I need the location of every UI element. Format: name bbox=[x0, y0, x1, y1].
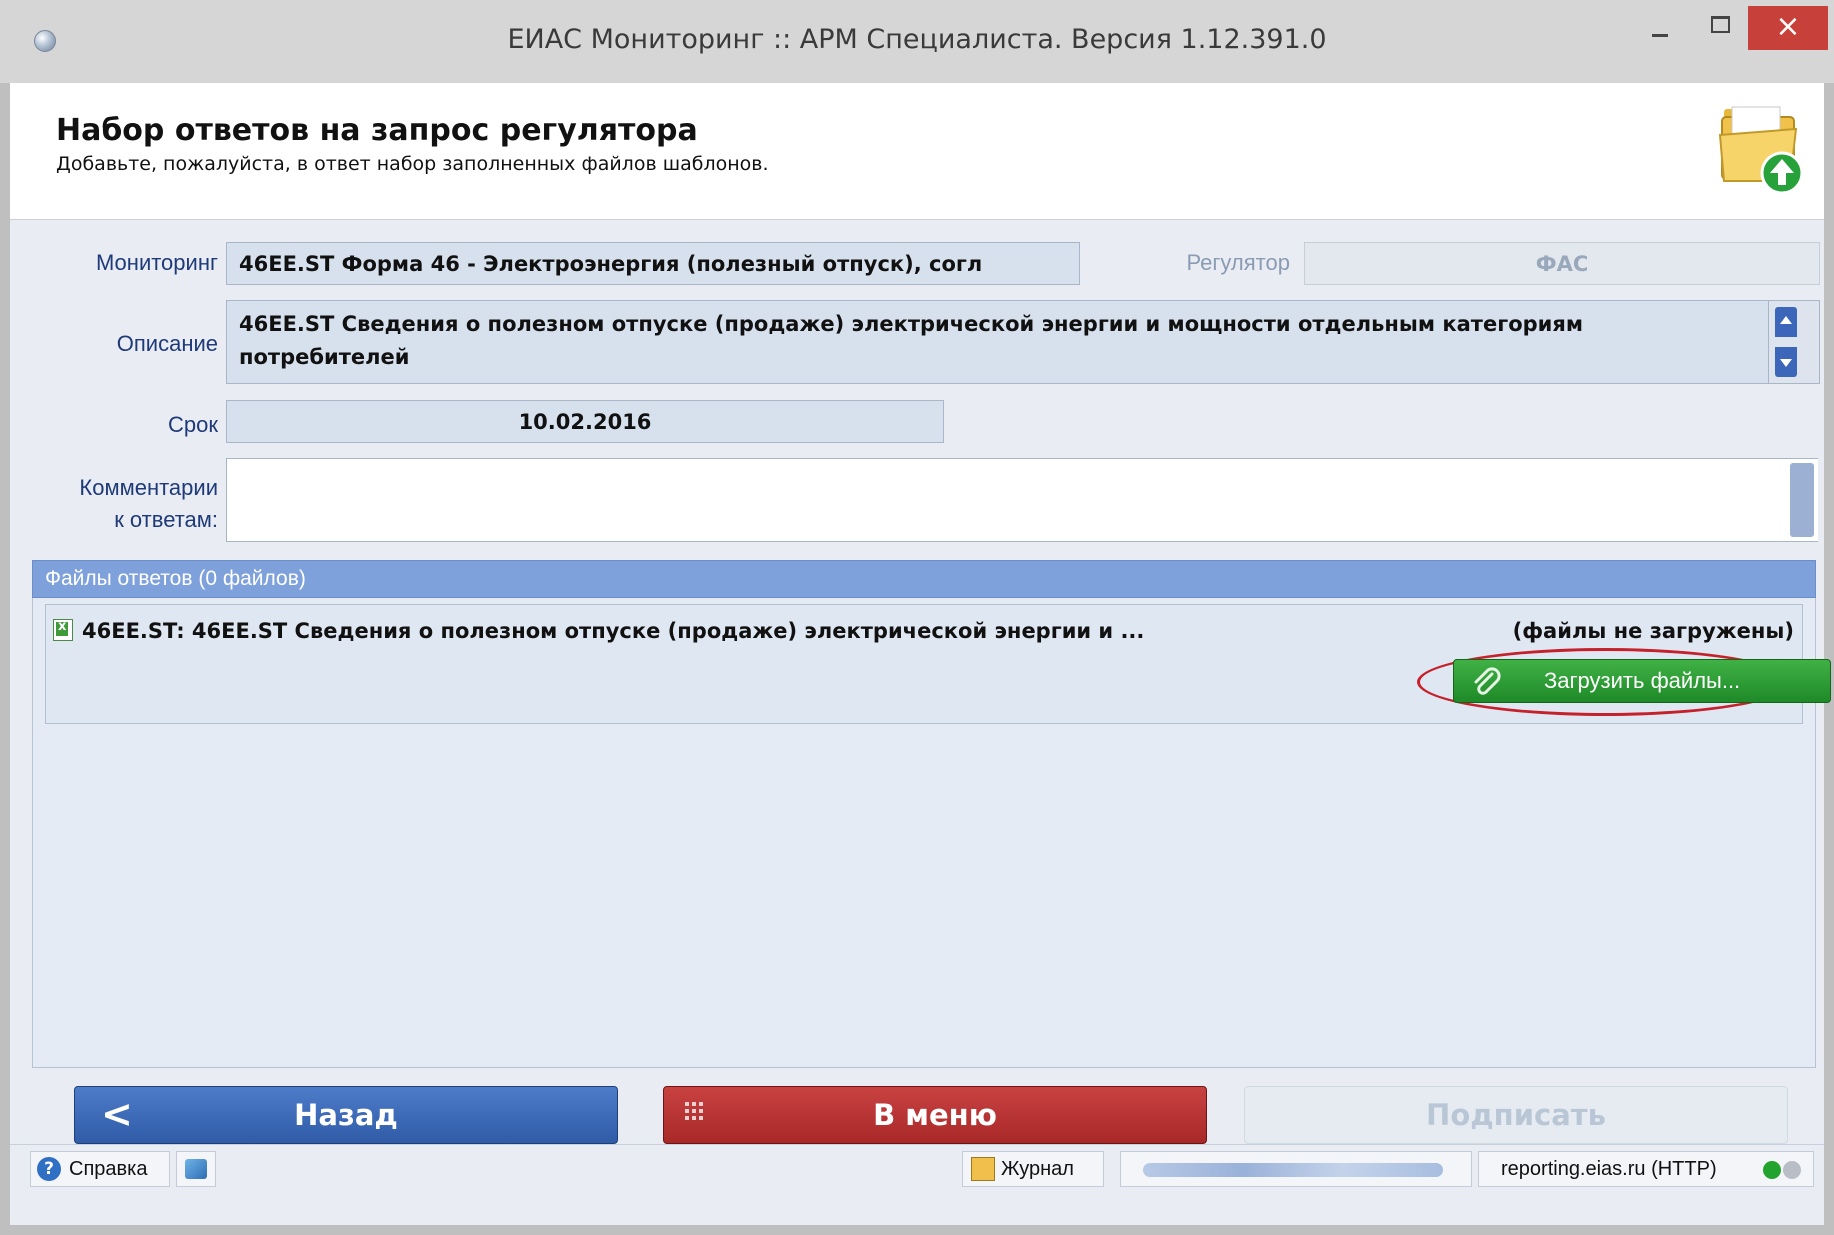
deadline-label: Срок bbox=[168, 412, 218, 437]
connection-led-icon bbox=[1763, 1161, 1781, 1179]
close-icon: × bbox=[1775, 9, 1801, 44]
application-window: ЕИАС Мониторинг :: АРМ Специалиста. Верс… bbox=[0, 0, 1834, 1235]
sync-button[interactable] bbox=[176, 1151, 216, 1187]
close-button[interactable]: × bbox=[1748, 6, 1828, 50]
comments-label-line2: к ответам: bbox=[114, 507, 218, 532]
menu-button[interactable]: В меню bbox=[663, 1086, 1207, 1144]
excel-file-icon bbox=[53, 619, 73, 641]
files-panel-header: Файлы ответов (0 файлов) bbox=[32, 560, 1816, 598]
file-row-name: 46EE.ST: 46EE.ST Сведения о полезном отп… bbox=[82, 619, 1145, 643]
page-title: Набор ответов на запрос регулятора bbox=[56, 113, 698, 148]
back-arrow-icon: < bbox=[101, 1092, 133, 1136]
files-panel: 46EE.ST: 46EE.ST Сведения о полезном отп… bbox=[32, 598, 1831, 1068]
description-scrollbar[interactable] bbox=[1768, 300, 1820, 384]
maximize-button[interactable] bbox=[1694, 6, 1744, 50]
window-bottom-border bbox=[10, 1225, 1824, 1235]
sign-button: Подписать bbox=[1244, 1086, 1788, 1144]
user-info bbox=[1120, 1151, 1472, 1187]
description-field[interactable]: 46EE.ST Сведения о полезном отпуске (про… bbox=[226, 300, 1792, 384]
help-label: Справка bbox=[69, 1158, 148, 1180]
title-bar[interactable]: ЕИАС Мониторинг :: АРМ Специалиста. Верс… bbox=[0, 0, 1834, 83]
status-bar: ? Справка Журнал reporting.eias.ru (HTTP… bbox=[10, 1144, 1824, 1193]
help-button[interactable]: ? Справка bbox=[30, 1151, 170, 1187]
upload-files-button[interactable]: Загрузить файлы... bbox=[1453, 659, 1831, 703]
monitoring-label: Мониторинг bbox=[95, 250, 218, 275]
journal-button[interactable]: Журнал bbox=[962, 1151, 1104, 1187]
form-area: Мониторинг 46EE.ST Форма 46 - Электроэне… bbox=[10, 220, 1831, 1225]
maximize-icon bbox=[1711, 16, 1730, 33]
back-button[interactable]: < Назад bbox=[74, 1086, 618, 1144]
comments-label: Комментарии к ответам: bbox=[40, 472, 218, 536]
comments-input[interactable] bbox=[226, 458, 1818, 542]
scroll-down-icon[interactable] bbox=[1775, 347, 1797, 377]
help-icon: ? bbox=[37, 1157, 61, 1181]
server-address: reporting.eias.ru (HTTP) bbox=[1501, 1158, 1717, 1180]
menu-button-label: В меню bbox=[873, 1098, 997, 1132]
scrollbar-thumb[interactable] bbox=[1790, 463, 1814, 537]
monitoring-field[interactable]: 46EE.ST Форма 46 - Электроэнергия (полез… bbox=[226, 242, 1080, 285]
deadline-field: 10.02.2016 bbox=[226, 400, 944, 443]
status-led-icon bbox=[1783, 1161, 1801, 1179]
regulator-field: ФАС bbox=[1304, 242, 1820, 285]
journal-label: Журнал bbox=[1001, 1158, 1074, 1180]
page-subtitle: Добавьте, пожалуйста, в ответ набор запо… bbox=[56, 153, 769, 175]
back-button-label: Назад bbox=[294, 1098, 398, 1132]
file-row-status: (файлы не загружены) bbox=[1512, 619, 1794, 643]
minimize-icon bbox=[1652, 34, 1668, 37]
sign-button-label: Подписать bbox=[1426, 1098, 1606, 1132]
paperclip-icon bbox=[1474, 667, 1501, 695]
window-title: ЕИАС Мониторинг :: АРМ Специалиста. Верс… bbox=[507, 24, 1327, 55]
grid-icon bbox=[685, 1102, 703, 1120]
regulator-label: Регулятор bbox=[1186, 250, 1290, 275]
comments-scrollbar[interactable] bbox=[1790, 459, 1818, 541]
scroll-up-icon[interactable] bbox=[1775, 307, 1797, 337]
redacted-user-name bbox=[1143, 1163, 1443, 1177]
client-area: Набор ответов на запрос регулятора Добав… bbox=[10, 83, 1831, 1225]
folder-upload-icon bbox=[1718, 106, 1804, 195]
server-status: reporting.eias.ru (HTTP) bbox=[1478, 1151, 1814, 1187]
description-label: Описание bbox=[116, 331, 218, 356]
journal-clock-icon bbox=[971, 1157, 995, 1181]
minimize-button[interactable] bbox=[1636, 6, 1686, 50]
page-header: Набор ответов на запрос регулятора Добав… bbox=[10, 83, 1824, 220]
comments-label-line1: Комментарии bbox=[79, 475, 218, 500]
upload-files-label: Загрузить файлы... bbox=[1544, 668, 1741, 693]
sync-icon bbox=[185, 1159, 207, 1179]
